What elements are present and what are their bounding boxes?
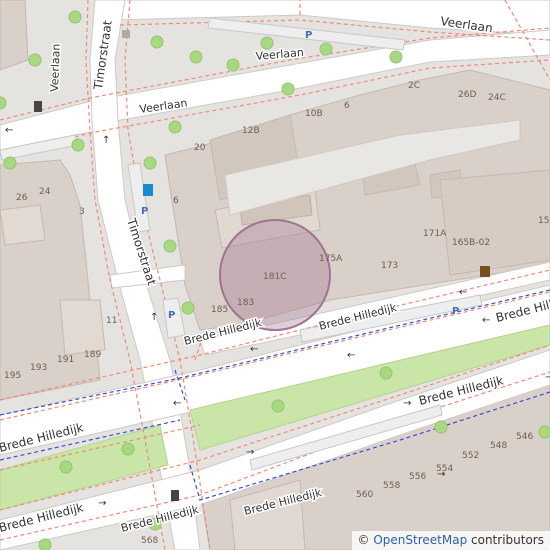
house-number: 556 [409,472,426,482]
house-number: 191 [57,355,74,365]
street-label: Veerlaan [48,43,63,92]
parking-icon: P [168,310,175,321]
map-view[interactable]: ← ↑ ↑ ← ← ← → → → → ← ← → P P P P 2C 26D… [0,0,550,550]
map-canvas[interactable]: ← ↑ ↑ ← ← ← → → → → ← ← → P P P P 2C 26D… [0,0,550,550]
attribution-suffix: contributors [471,533,544,547]
svg-text:→: → [246,447,254,458]
openstreetmap-link[interactable]: OpenStreetMap [373,533,467,547]
house-number: 171A [423,229,447,239]
house-number: 6 [344,101,350,111]
house-number: 24C [488,93,506,103]
house-number: 183 [237,298,254,308]
parking-icon: P [141,206,148,217]
svg-text:←: ← [173,398,181,409]
house-number: 175A [319,254,343,264]
house-number: 568 [141,536,158,546]
svg-text:→: → [98,498,106,509]
svg-text:←: ← [459,287,467,298]
house-number: 185 [211,305,228,315]
fuel-station-icon [143,184,153,196]
house-number: 195 [4,371,21,381]
house-number: 173 [381,261,398,271]
copyright-symbol: © [357,533,370,547]
svg-text:↑: ↑ [102,135,110,146]
house-number: 24 [39,187,51,197]
house-number: 189 [84,350,101,360]
svg-text:←: ← [5,125,13,136]
house-number: 10B [305,109,323,119]
house-number: 165B-02 [452,238,490,248]
house-number: 20 [194,143,206,153]
house-number: 3 [79,207,85,217]
map-attribution: © OpenStreetMap contributors [351,531,550,550]
house-number: 546 [516,432,533,442]
svg-text:←: ← [347,350,355,361]
shelter-icon [122,30,130,38]
house-number: 26D [458,90,476,100]
house-number: 6 [173,196,179,206]
house-number: 560 [356,490,373,500]
house-number: 193 [30,363,47,373]
house-number: 554 [436,464,453,474]
svg-text:←: ← [250,344,258,355]
house-number: 2C [408,81,420,91]
house-number: 548 [490,441,507,451]
house-number: 15 [538,216,549,226]
house-number: 552 [462,451,479,461]
street-label: Veerlaan [255,46,304,63]
house-number: 558 [383,481,400,491]
house-number: 11 [106,316,117,326]
svg-text:→: → [545,372,550,383]
house-number: 12B [242,126,260,136]
svg-text:↑: ↑ [150,312,158,323]
svg-text:←: ← [482,315,490,326]
waste-basket-icon [171,490,179,501]
mailbox-icon [480,266,490,277]
parking-icon: P [305,30,312,41]
svg-text:→: → [403,398,411,409]
house-number: 26 [16,193,28,203]
parking-icon: P [452,306,459,317]
waste-basket-icon [34,101,42,112]
house-number: 181C [263,272,286,282]
